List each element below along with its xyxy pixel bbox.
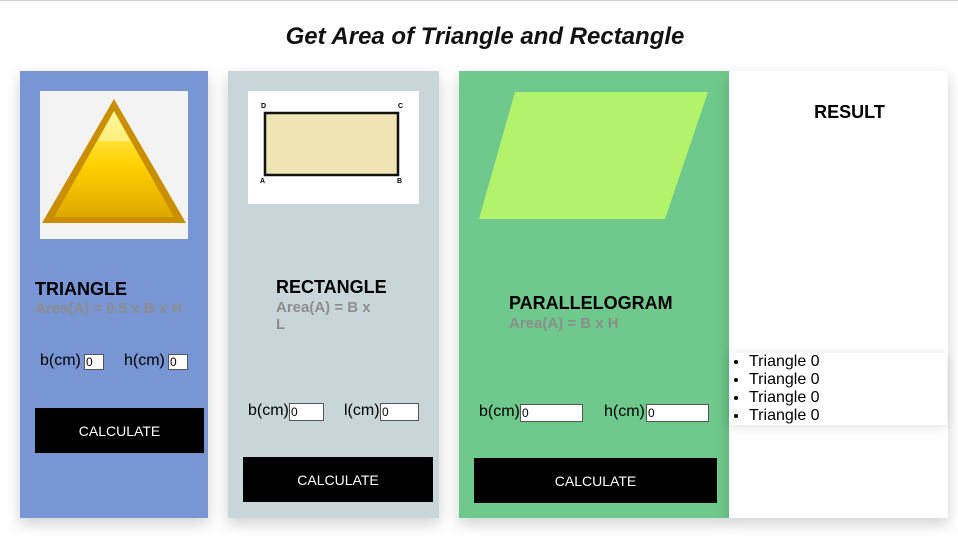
parallelogram-base-label: b(cm) xyxy=(479,403,520,420)
result-list: Triangle 0 Triangle 0 Triangle 0 Triangl… xyxy=(729,353,947,425)
parallelogram-formula: Area(A) = B x H xyxy=(509,315,619,332)
triangle-image xyxy=(40,91,188,239)
rectangle-length-label: l(cm) xyxy=(344,402,380,419)
triangle-card: TRIANGLE Area(A) = 0.5 x B x H b(cm) h(c… xyxy=(20,71,208,518)
parallelogram-card: PARALLELOGRAM Area(A) = B x H b(cm) h(cm… xyxy=(459,71,729,518)
parallelogram-title: PARALLELOGRAM xyxy=(509,293,673,313)
triangle-base-input[interactable] xyxy=(84,354,104,370)
page-title: Get Area of Triangle and Rectangle xyxy=(285,23,685,50)
parallelogram-calculate-button[interactable]: CALCULATE xyxy=(474,458,717,503)
rectangle-corner-a: A xyxy=(260,178,265,185)
rectangle-image: D C A B xyxy=(248,91,419,204)
parallelogram-image xyxy=(479,91,709,221)
rectangle-corner-b: B xyxy=(397,178,402,185)
parallelogram-height-label: h(cm) xyxy=(604,403,645,420)
rectangle-card: D C A B RECTANGLE Area(A) = B x L b(cm) … xyxy=(228,71,439,518)
rectangle-formula-line1: Area(A) = B x xyxy=(276,299,371,316)
rectangle-base-label: b(cm) xyxy=(248,402,289,419)
rectangle-calculate-button[interactable]: CALCULATE xyxy=(243,457,433,502)
parallelogram-base-input[interactable] xyxy=(520,404,583,422)
triangle-height-label: h(cm) xyxy=(124,352,165,369)
triangle-title: TRIANGLE xyxy=(35,279,127,299)
result-item: Triangle 0 xyxy=(749,371,947,389)
result-title: RESULT xyxy=(814,102,885,122)
result-item: Triangle 0 xyxy=(749,353,947,371)
result-item: Triangle 0 xyxy=(749,407,947,425)
rectangle-title: RECTANGLE xyxy=(276,277,387,297)
triangle-base-label: b(cm) xyxy=(40,352,81,369)
parallelogram-height-input[interactable] xyxy=(646,404,709,422)
rectangle-formula-line2: L xyxy=(276,316,286,333)
result-item: Triangle 0 xyxy=(749,389,947,407)
rectangle-base-input[interactable] xyxy=(289,403,324,421)
rectangle-length-input[interactable] xyxy=(380,403,419,421)
triangle-calculate-button[interactable]: CALCULATE xyxy=(35,408,204,453)
triangle-height-input[interactable] xyxy=(168,354,188,370)
rectangle-corner-c: C xyxy=(398,103,403,110)
result-card: RESULT Triangle 0 Triangle 0 Triangle 0 … xyxy=(729,71,948,518)
triangle-formula: Area(A) = 0.5 x B x H xyxy=(35,300,183,317)
rectangle-corner-d: D xyxy=(261,103,266,110)
